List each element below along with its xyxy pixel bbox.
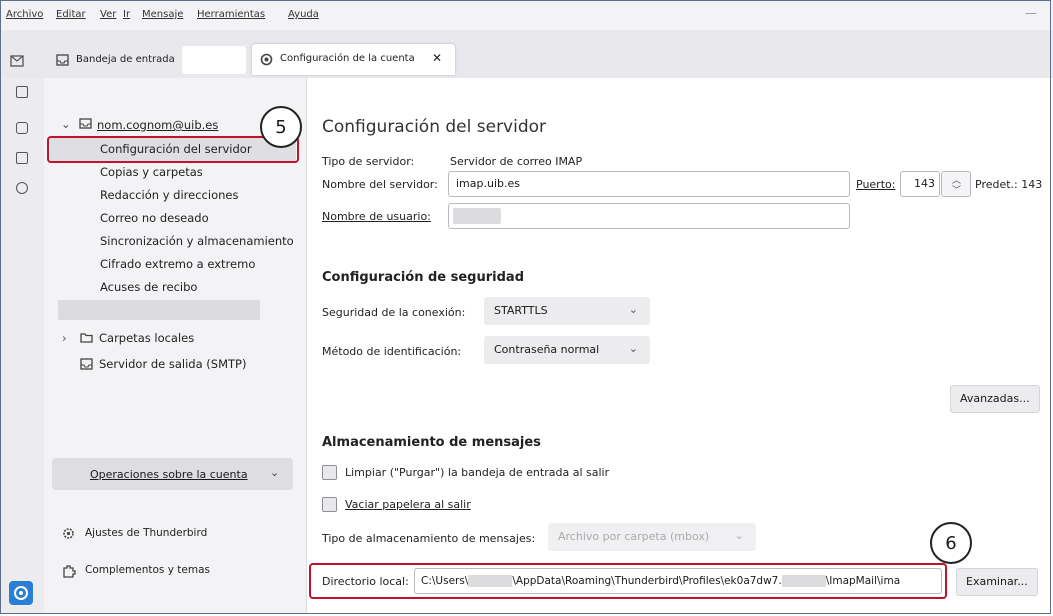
window-frame [0,0,1051,614]
